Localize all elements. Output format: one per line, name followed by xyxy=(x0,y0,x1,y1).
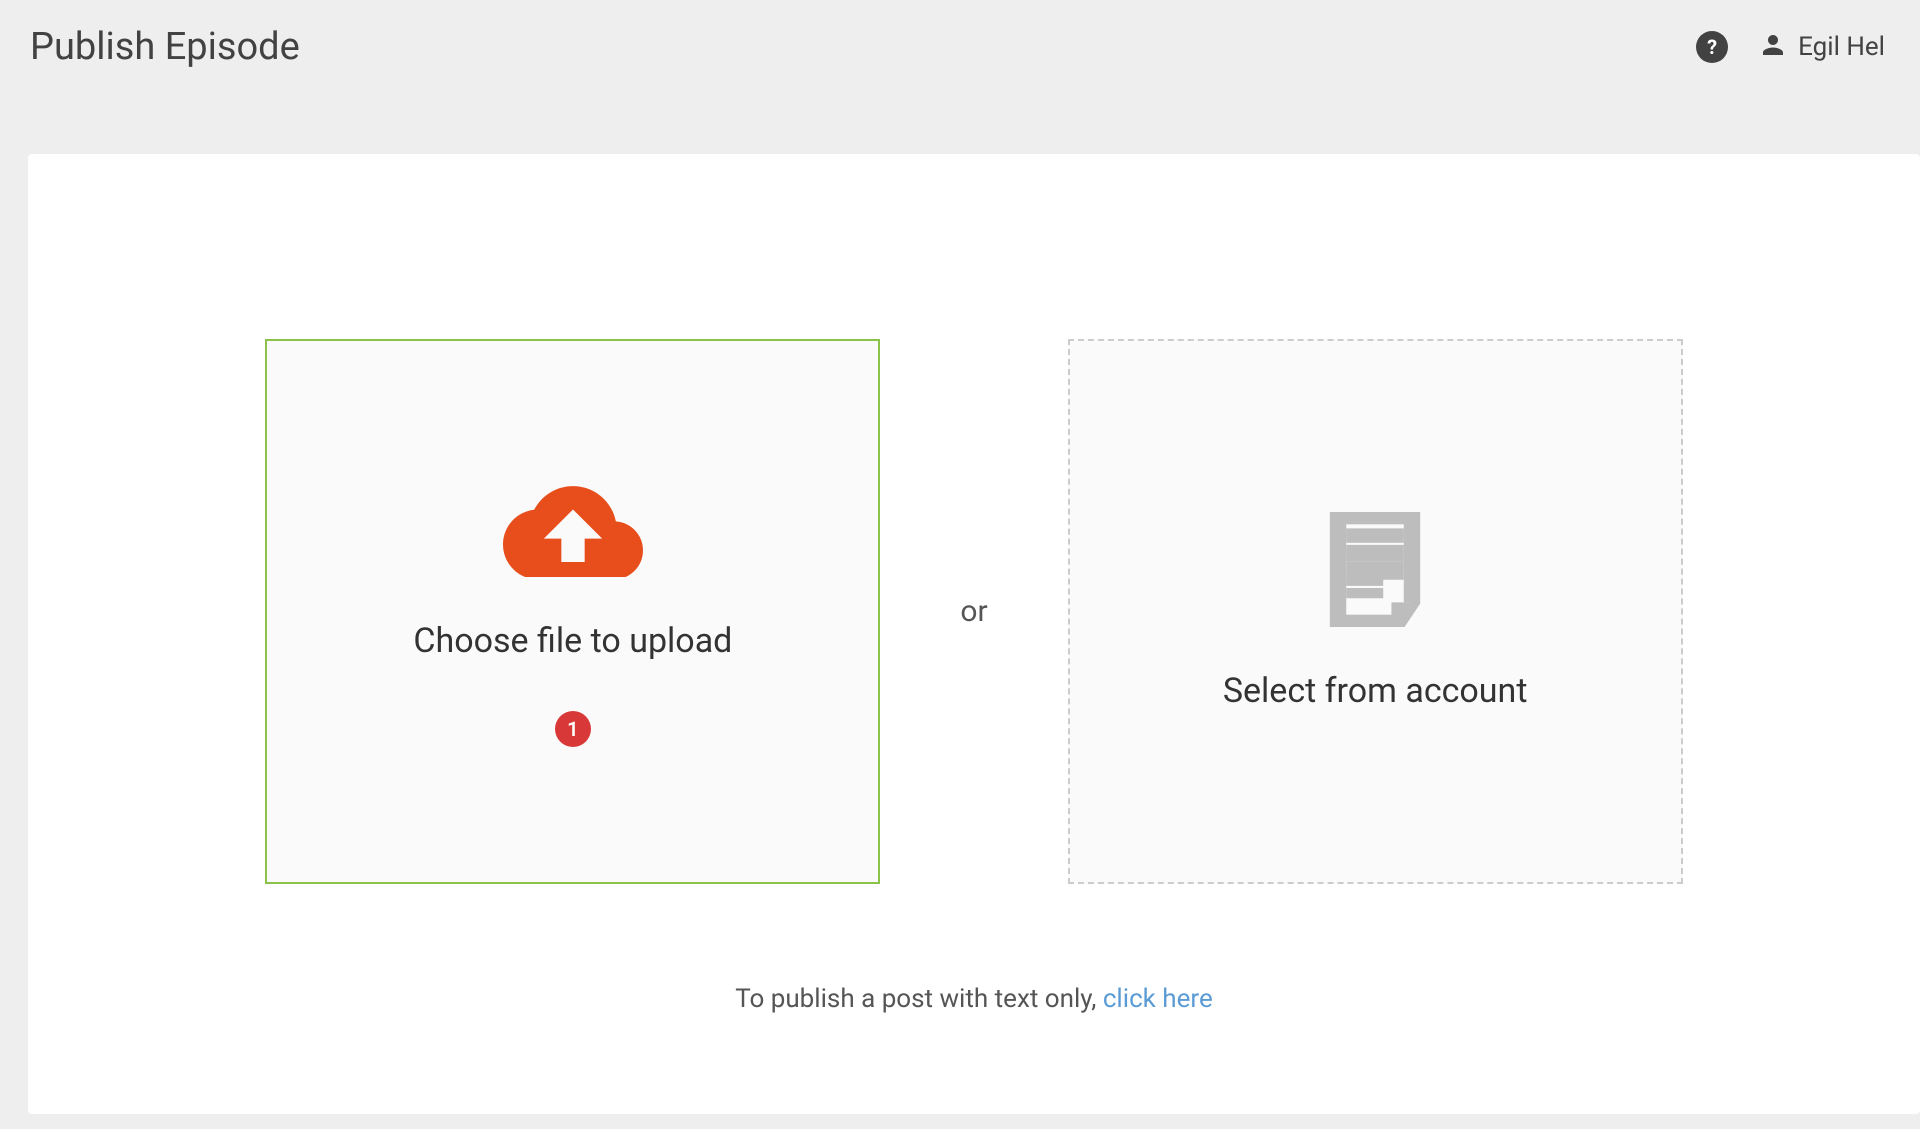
text-only-link[interactable]: click here xyxy=(1103,984,1213,1014)
select-from-account-box[interactable]: Select from account xyxy=(1068,339,1683,884)
upload-option-label: Choose file to upload xyxy=(413,621,732,661)
user-name-label: Egil Hel xyxy=(1798,32,1885,62)
document-icon xyxy=(1325,512,1425,631)
choose-file-upload-box[interactable]: Choose file to upload 1 xyxy=(265,339,880,884)
upload-badge: 1 xyxy=(555,711,591,747)
cloud-upload-icon xyxy=(503,477,643,581)
upload-options: Choose file to upload 1 or xyxy=(128,339,1820,884)
user-icon xyxy=(1758,30,1788,64)
page-header: Publish Episode ? Egil Hel xyxy=(0,0,1920,94)
footer-prefix: To publish a post with text only, xyxy=(735,984,1103,1014)
footer-text: To publish a post with text only, click … xyxy=(128,984,1820,1014)
user-menu[interactable]: Egil Hel xyxy=(1758,30,1885,64)
content-card: Choose file to upload 1 or xyxy=(28,154,1920,1114)
account-option-label: Select from account xyxy=(1223,671,1528,711)
help-icon[interactable]: ? xyxy=(1696,31,1728,63)
or-divider: or xyxy=(960,594,987,629)
header-actions: ? Egil Hel xyxy=(1696,30,1885,64)
page-title: Publish Episode xyxy=(30,25,300,69)
